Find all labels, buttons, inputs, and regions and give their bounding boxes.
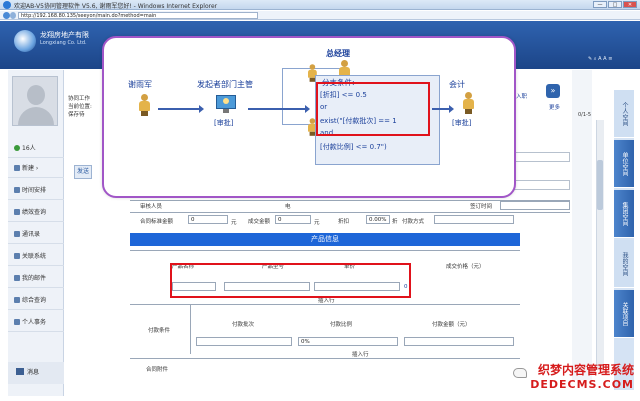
plan-date-label: 签订时间 <box>470 204 493 210</box>
flow-arrow-1 <box>158 105 204 113</box>
tab-group-space[interactable]: 集团空间 <box>614 190 634 238</box>
tab-related-project[interactable]: 关联项目 <box>614 290 634 338</box>
space-tabs: 个人空间 单位空间 集团空间 我的空间 关联项目 <box>614 90 634 390</box>
sidebar-item-personal[interactable]: 个人事务 <box>8 314 64 332</box>
new-icon <box>14 165 20 171</box>
contract-amount-label: 合同标准金额 <box>140 219 174 225</box>
flow-arrow-2 <box>248 105 310 113</box>
avatar <box>12 76 58 126</box>
payment-condition-label: 付款条件 <box>148 328 171 334</box>
collab-toolbar: 协同工作 当前位置: 保存待 <box>68 95 98 195</box>
product-section-header: 产品信息 <box>130 233 520 246</box>
deal-amount-input[interactable]: 0 <box>275 215 311 224</box>
browser-title-bar: 欢迎AB-V5协同管理软件 V5.6, 谢雨军您好! - Windows Int… <box>0 0 640 10</box>
current-position: 当前位置: <box>68 104 92 110</box>
tab-my-space[interactable]: 我的空间 <box>614 240 634 288</box>
discount-unit: 折 <box>392 219 398 225</box>
product-row-highlight <box>170 263 411 298</box>
onboard-button[interactable]: 入职 <box>516 92 527 100</box>
collab-label: 协同工作 <box>68 96 91 102</box>
message-button[interactable]: 消息 <box>8 362 64 384</box>
speaker-icon <box>16 368 24 375</box>
search-icon <box>14 297 20 303</box>
payment-ratio-input[interactable]: 0% <box>298 337 398 346</box>
condition-line-5: [付款比例] <= 0.7") <box>320 143 387 151</box>
discount-input[interactable]: 0.00% <box>366 215 390 224</box>
url-field[interactable]: http://192.168.80.135/seeyon/main.do?met… <box>18 12 258 19</box>
send-button[interactable]: 发送 <box>74 165 92 179</box>
window-title: 欢迎AB-V5协同管理软件 V5.6, 谢雨军您好! - Windows Int… <box>14 3 218 10</box>
company-logo <box>14 30 36 52</box>
more-button[interactable]: 更多 <box>549 103 560 111</box>
watermark-line-2: DEDECMS.COM <box>530 378 634 391</box>
node-accountant-tag: [审批] <box>452 119 472 127</box>
unit-label-1: 元 <box>231 220 237 226</box>
sidebar-item-search[interactable]: 综合查询 <box>8 292 64 310</box>
node-initiator-name: 谢雨军 <box>128 80 152 89</box>
close-button[interactable]: ✕ <box>623 1 637 8</box>
sidebar-item-schedule[interactable]: 时间安排 <box>8 182 64 200</box>
sidebar-item-mail[interactable]: 我的邮件 <box>8 270 64 288</box>
payment-col-batch: 付款批次 <box>232 322 255 328</box>
tab-personal-space[interactable]: 个人空间 <box>614 90 634 138</box>
page-indicator: 0/1-5 <box>578 112 592 118</box>
address-bar: http://192.168.80.135/seeyon/main.do?met… <box>0 11 640 20</box>
initiator-person-icon <box>138 94 150 116</box>
watermark-line-1: 织梦内容管理系统 <box>537 363 634 377</box>
discount-label: 折扣 <box>338 219 350 225</box>
link-icon <box>14 253 20 259</box>
gear-icon <box>14 319 20 325</box>
save-draft-button[interactable]: 保存待 <box>68 111 98 119</box>
schedule-icon <box>14 187 20 193</box>
watermark: 织梦内容管理系统 DEDECMS.COM <box>498 361 634 391</box>
payment-amount-input[interactable] <box>404 337 514 346</box>
online-icon <box>14 145 20 151</box>
online-status[interactable]: 16人 <box>8 140 64 158</box>
attachment-label: 合同附件 <box>146 367 169 373</box>
sidebar-item-contacts[interactable]: 通讯录 <box>8 226 64 244</box>
sidebar-item-new[interactable]: 新建 › <box>8 160 64 178</box>
contacts-icon <box>14 231 20 237</box>
back-icon[interactable] <box>3 12 10 19</box>
sidebar: 16人 新建 › 时间安排 绩效查询 通讯录 关联系统 我的邮件 综合查询 个人… <box>8 70 64 396</box>
flow-arrow-3 <box>432 105 454 113</box>
sidebar-item-linked-systems[interactable]: 关联系统 <box>8 248 64 266</box>
ie-icon <box>3 1 11 9</box>
company-name: 龙翔房地产有限 <box>40 31 89 39</box>
node-accountant-name: 会计 <box>449 80 465 89</box>
phone-label: 电 <box>285 204 291 210</box>
payment-method-label: 付款方式 <box>402 219 425 225</box>
performance-icon <box>14 209 20 215</box>
header-tools[interactable]: ✎ ⌕ A A ≡ <box>588 56 612 62</box>
product-col-deal-price: 成交价格（元） <box>446 264 485 270</box>
payment-col-ratio: 付款比例 <box>330 322 353 328</box>
scroll-thumb[interactable] <box>597 160 603 210</box>
node-gm-name: 总经理 <box>326 49 350 58</box>
maximize-button[interactable]: □ <box>608 1 622 8</box>
condition-highlight <box>316 82 430 136</box>
tab-unit-space[interactable]: 单位空间 <box>614 140 634 188</box>
reviewer-label: 审核人员 <box>140 204 163 210</box>
workflow-popup <box>102 36 516 198</box>
payment-method-select[interactable] <box>434 215 514 224</box>
insert-row-button-2[interactable]: 插入行 <box>352 350 369 358</box>
window-controls: — □ ✕ <box>593 1 637 8</box>
dept-head-monitor-icon <box>216 95 236 113</box>
node-dept-head-name: 发起者部门主管 <box>197 80 253 89</box>
unit-label-2: 元 <box>314 220 320 226</box>
minimize-button[interactable]: — <box>593 1 607 8</box>
mail-icon <box>14 275 20 281</box>
payment-col-amount: 付款金额（元） <box>432 322 471 328</box>
more-chevron-icon[interactable]: » <box>546 84 560 98</box>
contract-amount-input[interactable]: 0 <box>188 215 228 224</box>
sidebar-item-performance[interactable]: 绩效查询 <box>8 204 64 222</box>
scrollbar[interactable] <box>596 120 604 370</box>
forward-icon[interactable] <box>10 12 16 19</box>
payment-batch-input[interactable] <box>196 337 292 346</box>
plan-date-input[interactable] <box>500 201 570 210</box>
company-subtitle: Longxiang Co. Ltd. <box>40 40 87 46</box>
deal-amount-label: 成交金额 <box>248 219 271 225</box>
accountant-person-icon <box>462 92 474 114</box>
node-dept-head-tag: [审批] <box>214 119 234 127</box>
